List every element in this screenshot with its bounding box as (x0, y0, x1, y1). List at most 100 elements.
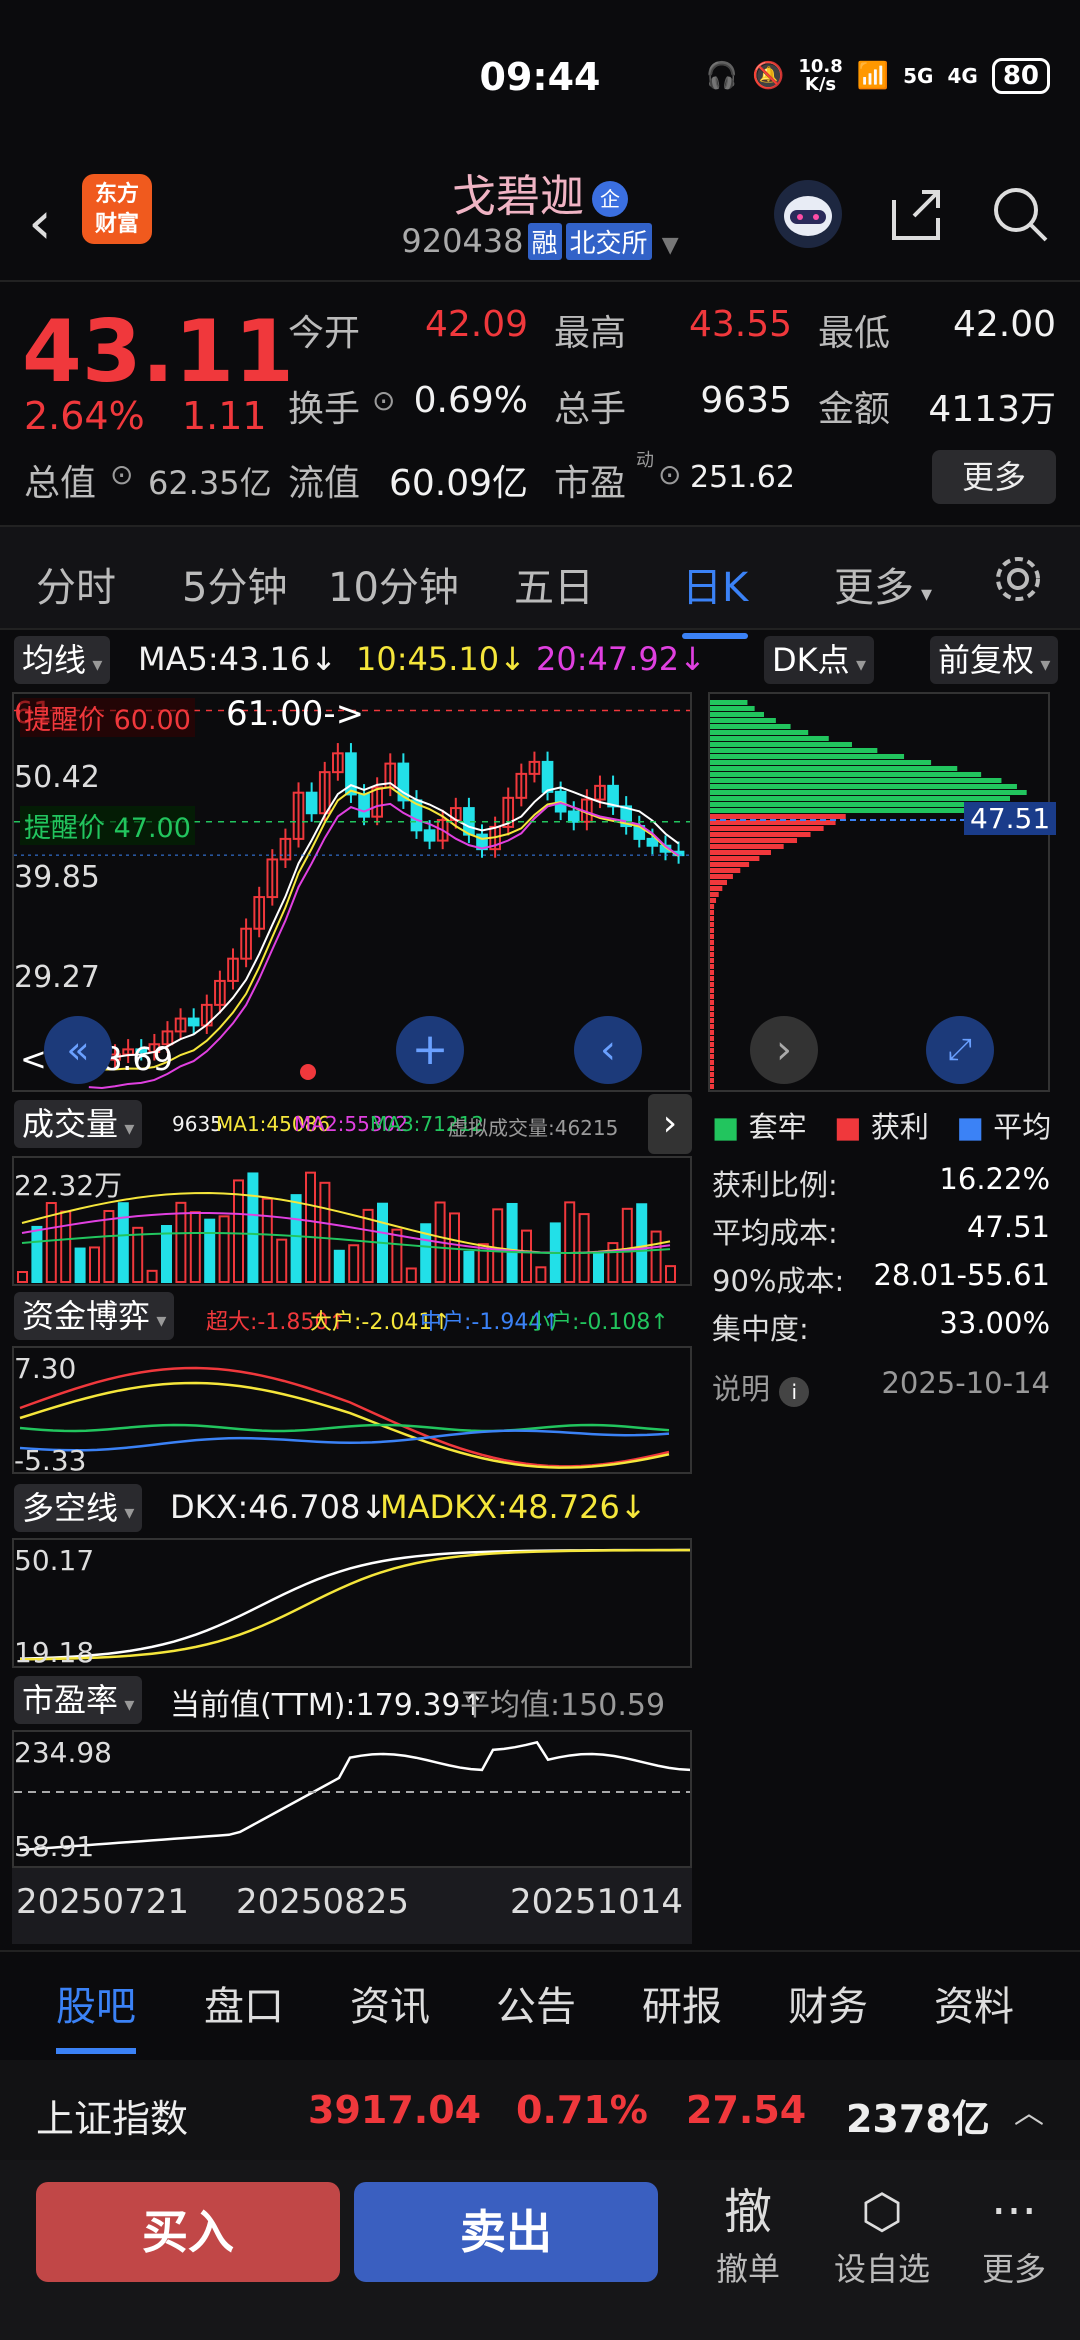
chip-bar (710, 1018, 714, 1023)
volume-bar (117, 1202, 129, 1283)
adjust-button[interactable]: 前复权 (930, 636, 1059, 684)
high-value: 43.55 (688, 304, 792, 345)
cancel-order-button[interactable]: 撤 撤单 (698, 2180, 798, 2290)
dkx-selector[interactable]: 多空线 (14, 1484, 143, 1532)
chip-bar (710, 832, 811, 837)
more-quote-button[interactable]: 更多 (932, 450, 1056, 504)
chip-bar (710, 904, 715, 909)
expand-panel-arrow-icon[interactable]: › (648, 1094, 692, 1154)
volume-bar (189, 1211, 201, 1283)
alert-price-low[interactable]: 提醒价 47.00 (20, 806, 195, 845)
tab-5day[interactable]: 五日 (514, 555, 594, 613)
capital-selector[interactable]: 资金博弈 (14, 1292, 175, 1340)
chip-bar (710, 1048, 714, 1053)
chip-bar (710, 952, 714, 957)
index-ticker[interactable]: 上证指数 3917.04 0.71% 27.54 2378亿 ︿ (0, 2060, 1080, 2160)
tab-forum[interactable]: 股吧 (56, 1974, 136, 2054)
candle-body (187, 1017, 200, 1027)
ma5-value: MA5:43.16↓ (138, 640, 338, 678)
chevron-up-icon[interactable]: ︿ (1014, 2088, 1044, 2132)
more-dots-icon: ··· (991, 2184, 1037, 2240)
ma20-value: 20:47.92↓ (536, 640, 706, 678)
search-icon[interactable] (984, 178, 1056, 250)
dk-point-button[interactable]: DK点 (764, 636, 875, 684)
scroll-right-button[interactable]: › (750, 1016, 818, 1084)
volume-selector[interactable]: 成交量 (14, 1100, 143, 1148)
zoom-in-button[interactable]: + (396, 1016, 464, 1084)
status-bar: 09:44 🎧 🔕 10.8 K/s 📶 5G 4G 80 (0, 0, 1080, 150)
dkx-y-top: 50.17 (14, 1544, 95, 1577)
robot-assistant-icon[interactable] (772, 178, 844, 250)
chip-bar (710, 1066, 714, 1071)
chip-bar (710, 982, 714, 987)
volume-label: 总手 (554, 389, 627, 430)
battery-indicator: 80 (991, 58, 1050, 94)
capital-chart[interactable] (12, 1346, 692, 1474)
chip-bar (710, 838, 798, 843)
scroll-left-button[interactable]: ‹ (574, 1016, 642, 1084)
chip-bar (710, 910, 714, 915)
dkx-chart[interactable] (12, 1538, 692, 1668)
chip-bar (710, 892, 719, 897)
more-actions-button[interactable]: ··· 更多 (964, 2180, 1064, 2290)
pe-selector[interactable]: 市盈率 (14, 1676, 143, 1724)
tab-news[interactable]: 资讯 (350, 1974, 430, 2032)
low-label: 最低 (818, 313, 891, 354)
info-icon[interactable]: ⊙ (372, 384, 395, 417)
zoom-out-button[interactable]: « (44, 1016, 112, 1084)
chip-bar (710, 802, 1007, 807)
y-label-1: 50.42 (14, 760, 100, 795)
small-holder-line (19, 1423, 670, 1433)
tab-announcements[interactable]: 公告 (496, 1974, 576, 2032)
chip-bar (710, 754, 905, 759)
volume-bar (175, 1201, 187, 1283)
max-price-label: 61.00-> (226, 694, 365, 734)
candle-body (646, 837, 659, 847)
chip-bar (710, 706, 755, 711)
settings-gear-icon[interactable] (990, 551, 1046, 607)
add-watchlist-button[interactable]: ⬡ 设自选 (832, 2180, 932, 2290)
tab-orderbook[interactable]: 盘口 (204, 1974, 284, 2032)
tab-5min[interactable]: 5分钟 (182, 555, 287, 613)
volume-bar (578, 1213, 590, 1284)
tab-daily-k[interactable]: 日K (682, 555, 749, 639)
mute-icon: 🔕 (751, 61, 785, 91)
chip-bar (710, 964, 714, 969)
alert-price-high[interactable]: 提醒价 60.00 (20, 698, 195, 737)
candle-body (423, 829, 436, 842)
pe-label: 市盈 (554, 463, 627, 504)
volume-bar (31, 1225, 43, 1283)
chip-bar (710, 712, 764, 717)
volume-bar (492, 1208, 504, 1283)
expand-icon[interactable]: ⤢ (926, 1016, 994, 1084)
avg-cost-value: 47.51 (966, 1210, 1050, 1244)
float-value: 60.09亿 (388, 463, 528, 504)
chip-bar (710, 874, 733, 879)
ma-selector[interactable]: 均线 (14, 636, 111, 684)
tab-research[interactable]: 研报 (642, 1974, 722, 2032)
tab-finance[interactable]: 财务 (788, 1974, 868, 2032)
tab-intraday[interactable]: 分时 (36, 555, 116, 613)
date-mid: 20250825 (236, 1882, 410, 1922)
info-icon[interactable]: ⊙ (658, 458, 681, 491)
chip-legend: ■ 套牢 ■ 获利 ■ 平均 (712, 1110, 1052, 1144)
volume-bar (204, 1218, 216, 1283)
volume-bar (535, 1266, 547, 1283)
buy-button[interactable]: 买入 (36, 2182, 340, 2282)
sell-button[interactable]: 卖出 (354, 2182, 658, 2282)
share-icon[interactable] (880, 178, 952, 250)
chip-note-link[interactable]: 说明 i (712, 1366, 810, 1408)
info-icon[interactable]: ⊙ (110, 458, 133, 491)
chip-bar (710, 772, 982, 777)
mcap-value: 62.35亿 (148, 464, 272, 502)
index-change: 27.54 (686, 2088, 807, 2132)
tab-profile[interactable]: 资料 (934, 1974, 1014, 2032)
tab-more[interactable]: 更多 ▾ (834, 555, 932, 613)
volume-bar (132, 1226, 144, 1283)
chip-bar (710, 718, 776, 723)
pe-chart[interactable] (12, 1730, 692, 1868)
volume-bar (621, 1207, 633, 1284)
volume-bar (17, 1271, 28, 1283)
hexagon-icon: ⬡ (861, 2184, 903, 2240)
tab-10min[interactable]: 10分钟 (328, 555, 459, 613)
